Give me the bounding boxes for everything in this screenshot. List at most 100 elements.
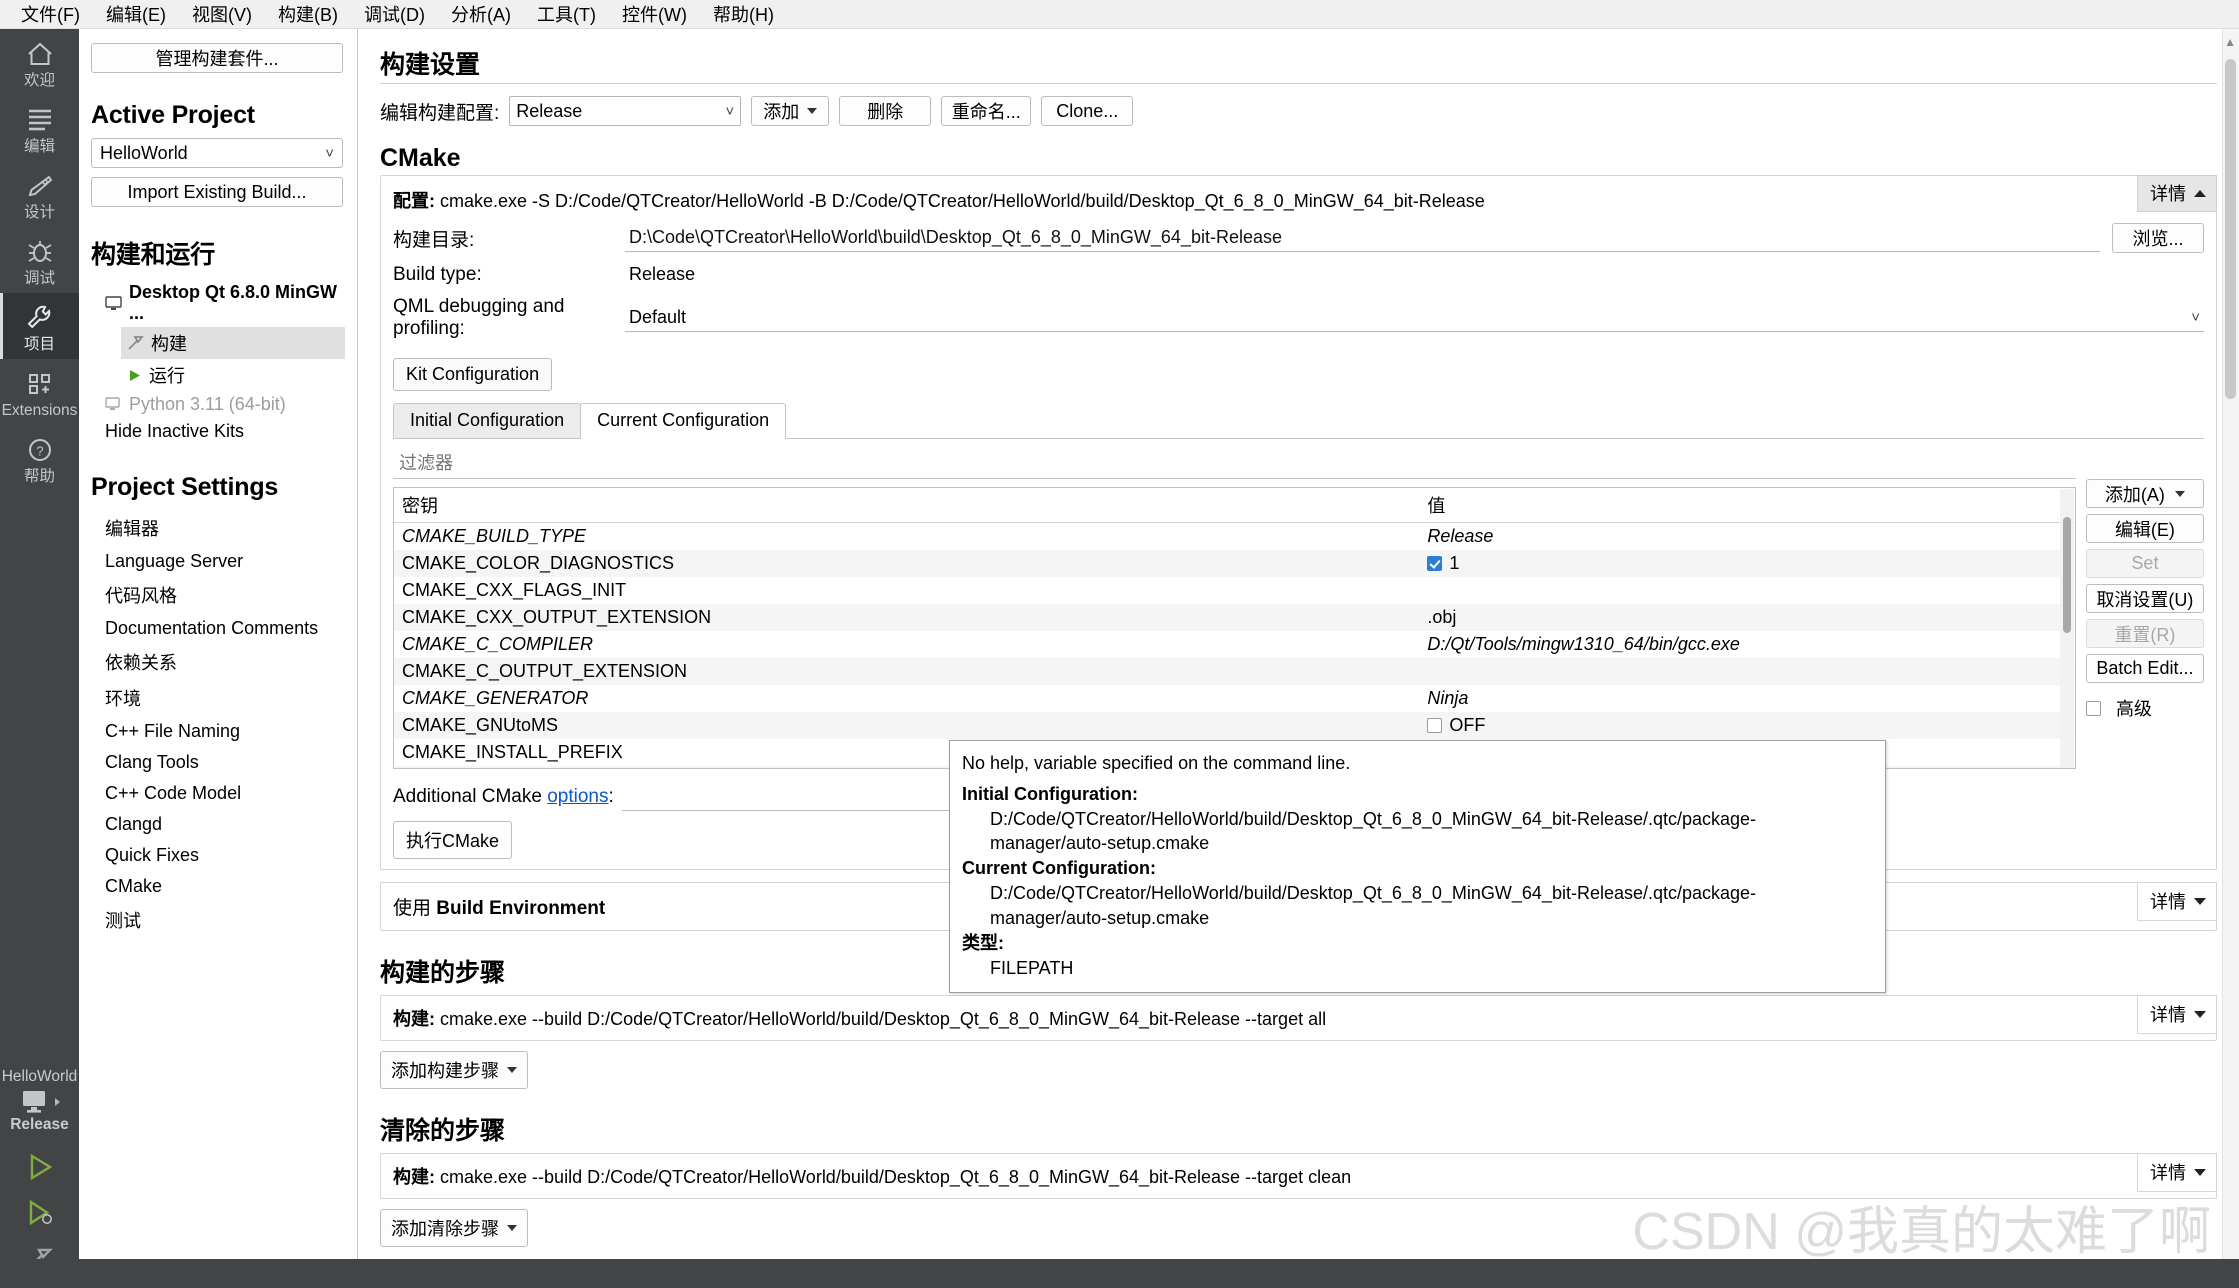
kit-configuration-button[interactable]: Kit Configuration xyxy=(393,358,553,391)
menu-item-analyze[interactable]: 分析(A) xyxy=(438,0,524,30)
variables-table: 密钥 值 CMAKE_BUILD_TYPE Release CMAKE_COLO… xyxy=(394,488,2075,768)
variables-left: 密钥 值 CMAKE_BUILD_TYPE Release xyxy=(393,449,2076,769)
menu-item-edit[interactable]: 编辑(E) xyxy=(93,0,179,30)
kit-selector-area[interactable]: HelloWorld Release xyxy=(0,1068,79,1288)
cmake-config-line: 配置: cmake.exe -S D:/Code/QTCreator/Hello… xyxy=(393,184,2204,223)
qml-debugging-combo[interactable]: Default ˅ xyxy=(625,304,2204,332)
cmake-details-toggle[interactable]: 详情 xyxy=(2137,175,2217,212)
page-title: 构建设置 xyxy=(380,51,481,79)
tab-initial-configuration[interactable]: Initial Configuration xyxy=(393,403,582,438)
main-scrollbar[interactable]: ▲ ▼ xyxy=(2222,29,2239,1288)
run-cmake-button[interactable]: 执行CMake xyxy=(393,821,513,859)
menu-item-file[interactable]: 文件(F) xyxy=(8,0,93,30)
batch-edit-button[interactable]: Batch Edit... xyxy=(2085,654,2204,683)
import-build-button[interactable]: Import Existing Build... xyxy=(91,177,343,207)
main-scrollbar-thumb[interactable] xyxy=(2225,59,2236,399)
active-project-value: HelloWorld xyxy=(100,142,188,163)
table-scrollbar-thumb[interactable] xyxy=(2062,517,2071,633)
table-row[interactable]: CMAKE_C_OUTPUT_EXTENSION xyxy=(394,658,2075,685)
add-build-step-button[interactable]: 添加构建步骤 xyxy=(380,1051,528,1089)
table-scrollbar[interactable] xyxy=(2059,489,2074,767)
checkbox-checked-icon[interactable] xyxy=(1427,556,1443,571)
checkbox-unchecked-icon[interactable] xyxy=(1427,718,1443,733)
add-config-button[interactable]: 添加 xyxy=(751,96,830,126)
table-row[interactable]: CMAKE_CXX_OUTPUT_EXTENSION .obj xyxy=(394,604,2075,631)
rename-config-button[interactable]: 重命名... xyxy=(941,96,1032,126)
table-row[interactable]: CMAKE_C_COMPILER D:/Qt/Tools/mingw1310_6… xyxy=(394,631,2075,658)
build-dir-input[interactable] xyxy=(625,224,2100,252)
menu-item-debug[interactable]: 调试(D) xyxy=(351,0,438,30)
column-header-value[interactable]: 值 xyxy=(1419,488,2075,523)
menu-item-build[interactable]: 构建(B) xyxy=(265,0,351,30)
active-project-combo[interactable]: HelloWorld ˅ xyxy=(91,138,343,168)
tree-kit-desktop[interactable]: Desktop Qt 6.8.0 MinGW ... xyxy=(91,279,345,327)
settings-item-doc-comments[interactable]: Documentation Comments xyxy=(91,613,345,644)
hide-inactive-kits[interactable]: Hide Inactive Kits xyxy=(91,418,345,445)
mode-extensions-label: Extensions xyxy=(1,402,78,420)
clone-config-button[interactable]: Clone... xyxy=(1041,96,1134,126)
kit-selector-row[interactable] xyxy=(17,1088,62,1116)
table-row[interactable]: CMAKE_COLOR_DIAGNOSTICS 1 xyxy=(394,550,2075,577)
question-icon: ? xyxy=(27,433,53,467)
filter-input[interactable] xyxy=(393,449,2076,479)
manage-kits-button[interactable]: 管理构建套件... xyxy=(91,43,343,73)
svg-text:?: ? xyxy=(36,444,43,459)
settings-item-quick-fixes[interactable]: Quick Fixes xyxy=(91,840,345,871)
build-env-details-toggle[interactable]: 详情 xyxy=(2137,882,2217,921)
delete-config-button[interactable]: 删除 xyxy=(839,96,932,126)
add-variable-button[interactable]: 添加(A) xyxy=(2085,479,2204,508)
set-variable-button: Set xyxy=(2085,549,2204,578)
build-config-combo[interactable]: Release ˅ xyxy=(509,96,742,126)
scroll-up-icon[interactable]: ▲ xyxy=(2224,35,2236,49)
table-row[interactable]: CMAKE_CXX_FLAGS_INIT xyxy=(394,577,2075,604)
mode-help[interactable]: ? 帮助 xyxy=(0,425,79,491)
settings-item-environment[interactable]: 环境 xyxy=(91,680,345,716)
menu-item-widgets[interactable]: 控件(W) xyxy=(609,0,700,30)
add-build-step-label: 添加构建步骤 xyxy=(391,1061,499,1081)
caret-down-icon xyxy=(807,108,818,114)
settings-item-tests[interactable]: 测试 xyxy=(91,902,345,938)
tree-item-build[interactable]: 构建 xyxy=(121,327,345,359)
column-header-key[interactable]: 密钥 xyxy=(394,488,1420,523)
menu-item-help[interactable]: 帮助(H) xyxy=(700,0,787,30)
table-row[interactable]: CMAKE_GNUtoMS OFF xyxy=(394,712,2075,739)
tab-current-configuration[interactable]: Current Configuration xyxy=(580,403,787,439)
bug-icon xyxy=(27,235,53,269)
checkbox-unchecked-icon[interactable] xyxy=(2085,700,2101,716)
settings-item-dependencies[interactable]: 依赖关系 xyxy=(91,644,345,680)
mode-design[interactable]: 设计 xyxy=(0,161,79,227)
add-clean-step-button[interactable]: 添加清除步骤 xyxy=(380,1209,528,1247)
edit-variable-button[interactable]: 编辑(E) xyxy=(2085,514,2204,543)
debug-button[interactable] xyxy=(0,1190,79,1236)
run-button[interactable] xyxy=(0,1144,79,1190)
settings-item-clangd[interactable]: Clangd xyxy=(91,809,345,840)
build-step-details-toggle[interactable]: 详情 xyxy=(2137,995,2217,1034)
extensions-icon xyxy=(26,367,54,401)
settings-item-cpp-file-naming[interactable]: C++ File Naming xyxy=(91,716,345,747)
settings-item-clang-tools[interactable]: Clang Tools xyxy=(91,747,345,778)
mode-edit[interactable]: 编辑 xyxy=(0,95,79,161)
settings-item-cpp-code-model[interactable]: C++ Code Model xyxy=(91,778,345,809)
tree-item-run[interactable]: 运行 xyxy=(91,359,345,391)
browse-button[interactable]: 浏览... xyxy=(2112,223,2204,253)
menu-item-tools[interactable]: 工具(T) xyxy=(524,0,609,30)
settings-item-language-server[interactable]: Language Server xyxy=(91,546,345,577)
table-row[interactable]: CMAKE_BUILD_TYPE Release xyxy=(394,523,2075,551)
tooltip-current-label: Current Configuration: xyxy=(962,858,1156,879)
mode-projects[interactable]: 项目 xyxy=(0,293,79,360)
tooltip-initial-value: D:/Code/QTCreator/HelloWorld/build/Deskt… xyxy=(990,808,1757,854)
clean-step-details-toggle[interactable]: 详情 xyxy=(2137,1153,2217,1192)
mode-extensions[interactable]: Extensions xyxy=(0,359,79,425)
table-row[interactable]: CMAKE_GENERATOR Ninja xyxy=(394,685,2075,712)
build-type-row: Build type: Release xyxy=(393,261,2204,288)
menu-item-view[interactable]: 视图(V) xyxy=(179,0,265,30)
settings-item-editor[interactable]: 编辑器 xyxy=(91,510,345,546)
unset-variable-button[interactable]: 取消设置(U) xyxy=(2085,584,2204,613)
mode-welcome[interactable]: 欢迎 xyxy=(0,29,79,95)
tree-kit-python[interactable]: Python 3.11 (64-bit) xyxy=(91,391,345,418)
mode-debug[interactable]: 调试 xyxy=(0,227,79,293)
settings-item-code-style[interactable]: 代码风格 xyxy=(91,577,345,613)
settings-item-cmake[interactable]: CMake xyxy=(91,871,345,902)
build-step-row[interactable]: 构建: cmake.exe --build D:/Code/QTCreator/… xyxy=(380,995,2217,1041)
cmake-options-link[interactable]: options xyxy=(547,786,608,807)
